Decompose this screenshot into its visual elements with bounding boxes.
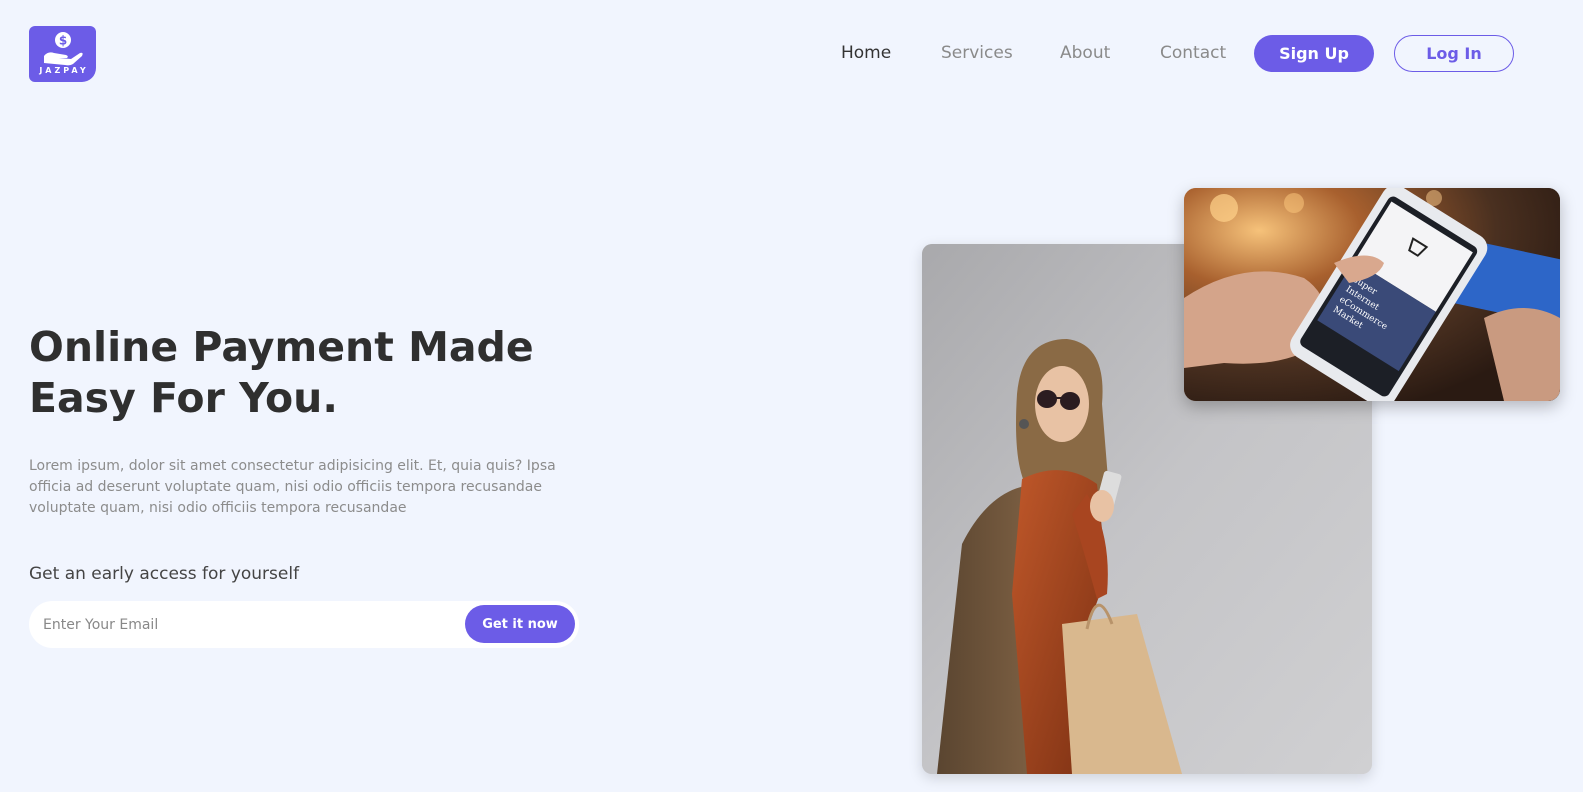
hero-description: Lorem ipsum, dolor sit amet consectetur … (29, 458, 556, 516)
email-input[interactable] (43, 609, 443, 640)
hero-title-line2: Easy For You. (29, 374, 338, 422)
landing-page: $ JAZPAY Home Services About Contact Sig… (0, 0, 1583, 792)
main-nav: Home Services About Contact Sign Up Log … (0, 35, 1583, 73)
email-signup-form: Get it now (29, 601, 579, 648)
nav-about[interactable]: About (1060, 43, 1110, 63)
signup-button[interactable]: Sign Up (1254, 35, 1374, 72)
nav-services[interactable]: Services (941, 43, 1013, 63)
phone-payment-photo: Super Internet eCommerce Market (1184, 188, 1560, 401)
hero-title-line1: Online Payment Made (29, 323, 534, 371)
nav-home[interactable]: Home (841, 43, 891, 63)
get-it-now-button[interactable]: Get it now (465, 605, 575, 643)
hero-title: Online Payment Made Easy For You. (29, 322, 589, 424)
nav-contact[interactable]: Contact (1160, 43, 1226, 63)
phone-illustration: Super Internet eCommerce Market (1184, 188, 1560, 401)
login-button[interactable]: Log In (1394, 35, 1514, 72)
early-access-label: Get an early access for yourself (29, 564, 300, 584)
